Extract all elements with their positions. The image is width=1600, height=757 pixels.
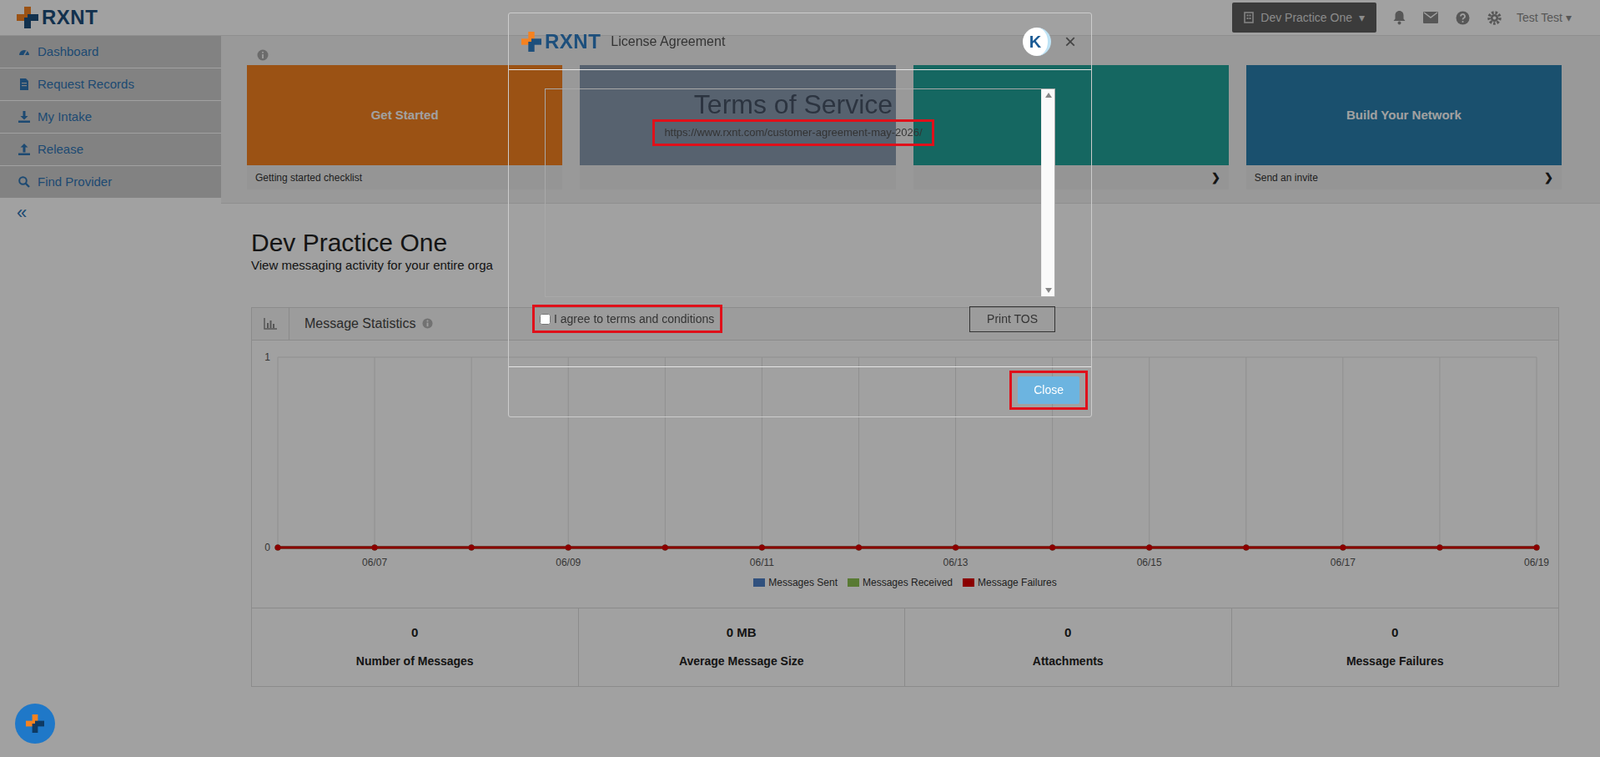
scroll-up-icon[interactable] — [1045, 92, 1052, 98]
scrollbar[interactable] — [1041, 89, 1055, 297]
terms-link[interactable]: https://www.rxnt.com/customer-agreement-… — [652, 119, 934, 146]
scroll-down-icon[interactable] — [1045, 287, 1052, 293]
chat-button[interactable] — [15, 703, 56, 744]
close-highlight: Close — [1009, 370, 1088, 410]
agree-checkbox[interactable] — [539, 313, 551, 325]
close-x-button[interactable]: × — [1062, 31, 1078, 52]
cross-logo-icon — [521, 31, 542, 52]
chat-logo-icon — [25, 714, 45, 733]
terms-heading: Terms of Service — [545, 90, 1042, 118]
print-tos-button[interactable]: Print TOS — [969, 306, 1056, 333]
terms-box[interactable]: Terms of Service https://www.rxnt.com/cu… — [544, 88, 1056, 297]
close-button[interactable]: Close — [1017, 376, 1080, 404]
logo-text: RXNT — [544, 31, 601, 52]
agree-text: I agree to terms and conditions — [553, 310, 715, 328]
license-agreement-dialog: RXNT License Agreement K × Terms of Serv… — [508, 12, 1092, 418]
brand-badge: K — [1022, 27, 1052, 56]
dialog-title: License Agreement — [610, 31, 725, 52]
agree-label[interactable]: I agree to terms and conditions — [532, 304, 723, 333]
